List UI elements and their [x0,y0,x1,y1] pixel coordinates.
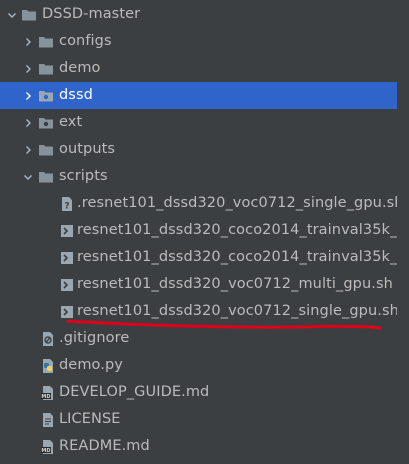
tree-item-develop-guide[interactable]: MD DEVELOP_GUIDE.md [0,379,409,406]
python-file-icon [40,358,56,374]
scrollbar[interactable] [397,0,409,464]
tree-item-readme[interactable]: MD README.md [0,433,409,460]
chevron-right-icon[interactable] [22,144,34,156]
tree-item-dssd[interactable]: dssd [0,82,409,109]
shell-file-icon [59,277,75,293]
svg-text:?: ? [64,201,69,211]
tree-item-label: resnet101_dssd320_coco2014_trainval35k_m… [77,222,409,238]
folder-icon [38,34,54,50]
tree-item-label: demo [59,60,101,76]
folder-icon [38,61,54,77]
chevron-right-icon[interactable] [22,36,34,48]
tree-root-dssd-master[interactable]: DSSD-master [0,1,409,28]
tree-item-label: outputs [59,141,116,157]
markdown-file-icon: MD [40,385,56,401]
tree-item-outputs[interactable]: outputs [0,136,409,163]
tree-item-label: configs [59,33,112,49]
tree-item-demo-py[interactable]: demo.py [0,352,409,379]
tree-item-gitignore[interactable]: .gitignore [0,325,409,352]
chevron-down-icon[interactable] [6,9,18,21]
folder-icon [38,169,54,185]
tree-item-label: resnet101_dssd320_coco2014_trainval35k_s… [77,249,409,265]
tree-item-demo[interactable]: demo [0,55,409,82]
tree-item-swap-file[interactable]: ? .resnet101_dssd320_voc0712_single_gpu.… [0,190,409,217]
shell-file-icon [59,223,75,239]
shell-file-icon [59,250,75,266]
tree-item-label: resnet101_dssd320_voc0712_multi_gpu.sh [77,276,393,292]
svg-text:MD: MD [41,448,50,454]
chevron-right-icon[interactable] [22,90,34,102]
tree-item-configs[interactable]: configs [0,28,409,55]
tree-item-license[interactable]: LICENSE [0,406,409,433]
package-folder-icon [38,115,54,131]
chevron-right-icon[interactable] [22,117,34,129]
package-folder-icon [38,88,54,104]
tree-item-shell-file[interactable]: resnet101_dssd320_coco2014_trainval35k_m… [0,217,409,244]
tree-item-label: ext [59,114,83,130]
tree-item-label: .resnet101_dssd320_voc0712_single_gpu.sh… [77,195,409,211]
svg-text:MD: MD [41,394,50,400]
tree-item-label: README.md [59,438,150,454]
tree-item-label: LICENSE [59,411,121,427]
chevron-down-icon[interactable] [22,171,34,183]
project-tree: DSSD-master configs demo dssd ext output… [0,0,409,464]
shell-file-icon [59,304,75,320]
tree-item-shell-file[interactable]: resnet101_dssd320_voc0712_multi_gpu.sh [0,271,409,298]
tree-item-label: demo.py [59,357,123,373]
tree-item-shell-file-annotated[interactable]: resnet101_dssd320_voc0712_single_gpu.sh [0,298,409,325]
markdown-file-icon: MD [40,439,56,455]
folder-icon [38,142,54,158]
folder-icon [21,7,37,23]
tree-item-label: scripts [59,168,108,184]
tree-item-shell-file[interactable]: resnet101_dssd320_coco2014_trainval35k_s… [0,244,409,271]
text-file-icon [40,412,56,428]
tree-item-label: DEVELOP_GUIDE.md [59,384,210,400]
tree-item-ext[interactable]: ext [0,109,409,136]
chevron-right-icon[interactable] [22,63,34,75]
gitignore-file-icon [40,331,56,347]
tree-item-label: DSSD-master [42,6,141,22]
tree-item-label: resnet101_dssd320_voc0712_single_gpu.sh [77,303,399,319]
tree-item-scripts[interactable]: scripts [0,163,409,190]
tree-item-label: dssd [59,87,93,103]
tree-item-label: .gitignore [59,330,130,346]
unknown-file-icon: ? [59,196,75,212]
